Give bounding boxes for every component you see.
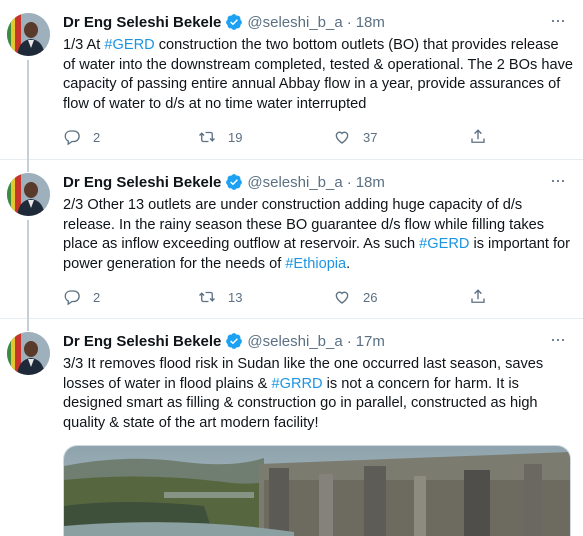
verified-badge-icon xyxy=(226,333,243,349)
more-icon[interactable]: ··· xyxy=(550,10,566,31)
tweet-text-segment: . xyxy=(346,255,351,272)
verified-badge-icon xyxy=(226,174,243,190)
like-icon xyxy=(335,291,349,304)
retweet-button[interactable]: 13 xyxy=(198,288,242,306)
reply-icon xyxy=(64,130,80,146)
tweet-header: Dr Eng Seleshi Bekele @seleshi_b_a · 18m xyxy=(63,172,385,192)
share-button[interactable] xyxy=(469,288,487,306)
reply-icon xyxy=(64,290,80,306)
hashtag-link[interactable]: #GERD xyxy=(104,37,154,53)
retweet-icon xyxy=(199,291,215,303)
retweet-icon xyxy=(199,131,215,143)
like-count: 37 xyxy=(363,129,378,145)
hashtag-link[interactable]: #Ethiopia xyxy=(285,256,346,272)
avatar-image xyxy=(7,173,50,216)
tweet-text: 1/3 At #GERD construction the two bottom… xyxy=(63,36,573,114)
hashtag-link[interactable]: #GERD xyxy=(419,236,469,252)
timestamp[interactable]: 18m xyxy=(356,174,385,191)
retweet-count: 19 xyxy=(228,129,243,145)
avatar[interactable] xyxy=(7,173,50,216)
author-handle[interactable]: @seleshi_b_a xyxy=(247,174,342,191)
separator-dot: · xyxy=(346,13,352,31)
hashtag-link[interactable]: #GRRD xyxy=(271,376,322,392)
author-name[interactable]: Dr Eng Seleshi Bekele xyxy=(63,333,221,350)
author-name[interactable]: Dr Eng Seleshi Bekele xyxy=(63,174,221,191)
author-handle[interactable]: @seleshi_b_a xyxy=(247,14,342,31)
tweet-1[interactable]: Dr Eng Seleshi Bekele @seleshi_b_a · 18m… xyxy=(0,0,583,160)
tweet-thread-feed: Dr Eng Seleshi Bekele @seleshi_b_a · 18m… xyxy=(0,0,583,536)
more-icon[interactable]: ··· xyxy=(550,329,566,350)
verified-badge-icon xyxy=(226,14,243,30)
avatar[interactable] xyxy=(7,13,50,56)
avatar[interactable] xyxy=(7,332,50,375)
avatar-image xyxy=(7,332,50,375)
thread-connector-line xyxy=(27,220,29,319)
share-icon xyxy=(471,289,485,303)
share-button[interactable] xyxy=(469,128,487,146)
tweet-2[interactable]: Dr Eng Seleshi Bekele @seleshi_b_a · 18m… xyxy=(0,160,583,319)
tweet-media-video[interactable] xyxy=(63,445,571,536)
more-icon[interactable]: ··· xyxy=(550,170,566,191)
tweet-text-segment: 1/3 At xyxy=(63,37,105,53)
tweet-text: 2/3 Other 13 outlets are under construct… xyxy=(63,196,573,274)
separator-dot: · xyxy=(346,173,352,191)
dam-construction-image xyxy=(64,446,570,536)
separator-dot: · xyxy=(346,332,352,350)
like-count: 26 xyxy=(363,289,378,305)
thread-connector-line xyxy=(27,60,29,160)
tweet-actions: 2 13 26 xyxy=(63,288,503,308)
like-icon xyxy=(335,131,349,144)
share-icon xyxy=(471,129,485,143)
thread-connector-line xyxy=(27,319,29,331)
thread-connector-line xyxy=(27,160,29,172)
timestamp[interactable]: 17m xyxy=(356,333,385,350)
retweet-count: 13 xyxy=(228,289,243,305)
reply-count: 2 xyxy=(93,129,101,145)
like-button[interactable]: 37 xyxy=(333,128,377,146)
author-handle[interactable]: @seleshi_b_a xyxy=(247,333,342,350)
reply-button[interactable]: 2 xyxy=(63,128,100,146)
avatar-image xyxy=(7,13,50,56)
author-name[interactable]: Dr Eng Seleshi Bekele xyxy=(63,14,221,31)
tweet-header: Dr Eng Seleshi Bekele @seleshi_b_a · 18m xyxy=(63,12,385,32)
timestamp[interactable]: 18m xyxy=(356,14,385,31)
tweet-text: 3/3 It removes flood risk in Sudan like … xyxy=(63,355,573,433)
tweet-header: Dr Eng Seleshi Bekele @seleshi_b_a · 17m xyxy=(63,331,385,351)
reply-count: 2 xyxy=(93,289,101,305)
tweet-actions: 2 19 37 xyxy=(63,128,503,148)
tweet-3[interactable]: Dr Eng Seleshi Bekele @seleshi_b_a · 17m… xyxy=(0,319,583,536)
like-button[interactable]: 26 xyxy=(333,288,377,306)
reply-button[interactable]: 2 xyxy=(63,288,100,306)
retweet-button[interactable]: 19 xyxy=(198,128,242,146)
